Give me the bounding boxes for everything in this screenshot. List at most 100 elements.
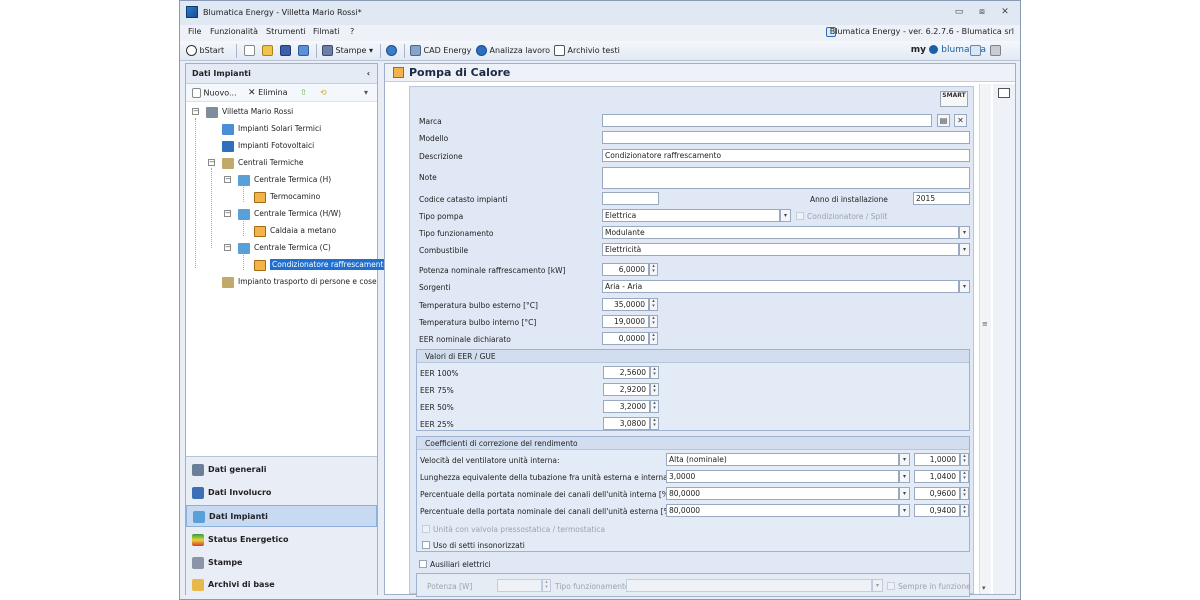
chevron-down-icon[interactable]: ▾ (959, 280, 970, 293)
portata-esterna-spinner[interactable]: ▴ ▾ (960, 504, 969, 517)
codice-input[interactable] (602, 192, 659, 205)
eer-50-input[interactable]: 3,2000 (603, 400, 650, 413)
ausiliari-checkbox[interactable] (419, 560, 427, 568)
nav-status-energetico[interactable]: Status Energetico (186, 529, 377, 551)
link-icon[interactable]: ⟲ (320, 88, 327, 97)
chevron-down-icon[interactable]: ▾ (872, 579, 883, 592)
chevron-down-icon[interactable]: ▾ (899, 487, 910, 500)
tree-ct-hw[interactable]: Centrale Termica (H/W) (238, 206, 341, 221)
stampe-button[interactable]: Stampe ▾ (322, 45, 373, 56)
descrizione-input[interactable]: Condizionatore raffrescamento (602, 149, 970, 162)
restore-button[interactable]: ⧈ (975, 6, 989, 18)
move-up-icon[interactable]: ⇧ (300, 88, 307, 97)
t-interno-spinner[interactable]: ▴ ▾ (649, 315, 658, 328)
nav-dati-impianti[interactable]: Dati Impianti (186, 505, 377, 527)
ventilatore-coeff[interactable]: 1,0000 (914, 453, 960, 466)
eer-nom-spinner[interactable]: ▴ ▾ (649, 332, 658, 345)
chevron-down-icon[interactable]: ▾ (959, 226, 970, 239)
tree-trasporto[interactable]: Impianto trasporto di persone e cose (222, 274, 377, 289)
nav-dati-involucro[interactable]: Dati Involucro (186, 482, 377, 504)
chevron-down-icon[interactable]: ▾ (364, 88, 368, 97)
eer-100-spinner[interactable]: ▴ ▾ (650, 366, 659, 379)
chevron-down-icon[interactable]: ▾ (899, 453, 910, 466)
anno-input[interactable]: 2015 (913, 192, 970, 205)
potenza-spinner[interactable]: ▴ ▾ (649, 263, 658, 276)
tipo-funz-select[interactable]: Modulante (602, 226, 959, 239)
portata-esterna-coeff[interactable]: 0,9400 (914, 504, 960, 517)
cad-energy-button[interactable]: CAD Energy (410, 45, 471, 56)
form-scrollbar[interactable]: ≡ ▾ (979, 84, 991, 594)
nav-stampe[interactable]: Stampe (186, 552, 377, 574)
elimina-button[interactable]: ✕ Elimina (248, 88, 288, 98)
settings-button[interactable] (386, 45, 397, 56)
save-button[interactable] (280, 45, 291, 56)
eer-25-input[interactable]: 3,0800 (603, 417, 650, 430)
chevron-down-icon[interactable]: ▾ (899, 504, 910, 517)
eer-25-spinner[interactable]: ▴ ▾ (650, 417, 659, 430)
setti-checkbox[interactable] (422, 541, 430, 549)
eer-50-spinner[interactable]: ▴ ▾ (650, 400, 659, 413)
collapse-root-icon[interactable]: − (192, 108, 199, 115)
valvola-checkbox[interactable] (422, 525, 430, 533)
chevron-down-icon[interactable]: ▾ (899, 470, 910, 483)
potenza-input[interactable]: 6,0000 (602, 263, 649, 276)
nuovo-button[interactable]: Nuovo... (192, 88, 237, 98)
condizionatore-split-checkbox[interactable] (796, 212, 804, 220)
nav-archivi-base[interactable]: Archivi di base (186, 574, 377, 596)
sempre-checkbox[interactable] (887, 582, 895, 590)
t-esterno-spinner[interactable]: ▴ ▾ (649, 298, 658, 311)
portata-esterna-select[interactable]: 80,0000 (666, 504, 899, 517)
tree-fotovoltaici[interactable]: Impianti Fotovoltaici (222, 138, 314, 153)
nav-dati-generali[interactable]: Dati generali (186, 459, 377, 481)
help-button[interactable] (970, 45, 981, 56)
portata-interna-spinner[interactable]: ▴ ▾ (960, 487, 969, 500)
panel-toggle-icon[interactable] (998, 88, 1010, 98)
ausiliari-tipo-select[interactable] (626, 579, 872, 592)
t-interno-input[interactable]: 19,0000 (602, 315, 649, 328)
menu-filmati[interactable]: Filmati (313, 27, 340, 36)
collapse-centrali-icon[interactable]: − (208, 159, 215, 166)
eer-nom-input[interactable]: 0,0000 (602, 332, 649, 345)
tubazione-coeff[interactable]: 1,0400 (914, 470, 960, 483)
minimize-button[interactable]: ▭ (952, 6, 966, 18)
ventilatore-spinner[interactable]: ▴ ▾ (960, 453, 969, 466)
bstart-button[interactable]: bStart (186, 45, 224, 56)
chevron-down-icon[interactable]: ▾ (780, 209, 791, 222)
new-file-button[interactable] (244, 45, 255, 56)
menu-file[interactable]: File (188, 27, 201, 36)
collapse-ct-c-icon[interactable]: − (224, 244, 231, 251)
close-button[interactable]: ✕ (998, 6, 1012, 18)
menu-help[interactable]: ? (350, 27, 354, 36)
menu-funzionalita[interactable]: Funzionalità (210, 27, 258, 36)
sorgenti-select[interactable]: Aria - Aria (602, 280, 959, 293)
tree-ct-c[interactable]: Centrale Termica (C) (238, 240, 331, 255)
portata-interna-coeff[interactable]: 0,9600 (914, 487, 960, 500)
tubazione-select[interactable]: 3,0000 (666, 470, 899, 483)
menu-strumenti[interactable]: Strumenti (266, 27, 306, 36)
layout-button[interactable] (990, 45, 1001, 56)
tree-ct-h[interactable]: Centrale Termica (H) (238, 172, 331, 187)
tree-centrali[interactable]: Centrali Termiche (222, 155, 304, 170)
analizza-lavoro-button[interactable]: Analizza lavoro (476, 45, 550, 56)
scroll-down-icon[interactable]: ▾ (982, 584, 986, 592)
portata-interna-select[interactable]: 80,0000 (666, 487, 899, 500)
tools-button[interactable] (298, 45, 309, 56)
tree-condizionatore[interactable]: Condizionatore raffrescamento (254, 257, 391, 272)
ausiliari-potenza-spinner[interactable]: ▴ ▾ (542, 579, 551, 592)
combustibile-select[interactable]: Elettricità (602, 243, 959, 256)
tree-termocamino[interactable]: Termocamino (254, 189, 320, 204)
marca-input[interactable] (602, 114, 932, 127)
open-folder-button[interactable] (262, 45, 273, 56)
collapse-ct-hw-icon[interactable]: − (224, 210, 231, 217)
eer-75-input[interactable]: 2,9200 (603, 383, 650, 396)
collapse-ct-h-icon[interactable]: − (224, 176, 231, 183)
ausiliari-potenza-input[interactable] (497, 579, 542, 592)
document-icon[interactable]: ▤ (937, 114, 950, 127)
note-textarea[interactable] (602, 167, 970, 189)
eer-100-input[interactable]: 2,5600 (603, 366, 650, 379)
tree-root[interactable]: Villetta Mario Rossi (206, 104, 293, 119)
chevron-down-icon[interactable]: ▾ (959, 243, 970, 256)
clear-icon[interactable]: ✕ (954, 114, 967, 127)
tubazione-spinner[interactable]: ▴ ▾ (960, 470, 969, 483)
smart-button[interactable]: SMART (940, 91, 968, 107)
